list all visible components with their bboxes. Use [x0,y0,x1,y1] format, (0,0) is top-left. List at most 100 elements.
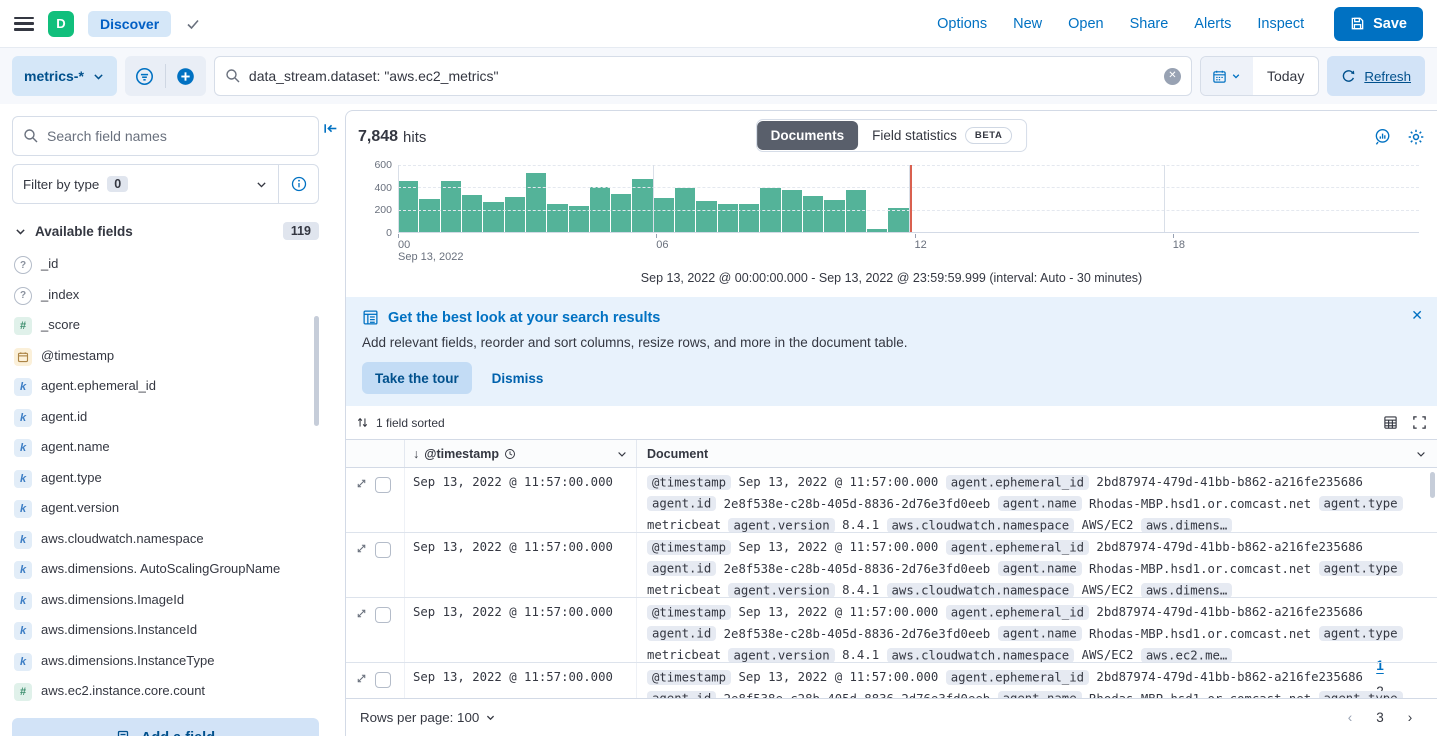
add-filter-button[interactable] [166,56,206,96]
add-field-icon [116,730,132,736]
row-checkbox[interactable] [375,672,391,688]
document-column-header[interactable]: Document [636,440,1437,467]
y-axis-label: 0 [362,227,392,239]
field-chip: aws.cloudwatch.namespace [887,518,1075,533]
sort-fields-icon[interactable] [356,416,369,429]
collapse-sidebar-icon[interactable] [322,120,339,137]
sidebar-scrollbar[interactable] [314,316,319,426]
field-item[interactable]: kagent.name [12,433,319,464]
field-item[interactable]: kagent.id [12,403,319,434]
query-input[interactable] [249,68,1156,84]
field-name: aws.dimensions.ImageId [41,592,184,608]
calendar-button[interactable] [1201,57,1253,95]
saved-query-menu-button[interactable] [125,56,165,96]
nav-alerts[interactable]: Alerts [1194,16,1231,32]
fullscreen-icon[interactable] [1412,415,1427,430]
take-tour-button[interactable]: Take the tour [362,362,472,394]
histogram-bar [398,181,418,232]
field-item[interactable]: #aws.ec2.instance.core.count [12,677,319,708]
histogram-bar [739,204,759,232]
date-picker: Today [1200,56,1319,96]
top-header: D Discover Options New Open Share Alerts… [0,0,1437,48]
field-chip: agent.name [998,561,1082,576]
y-axis-label: 200 [362,204,392,216]
field-filter-info-icon[interactable] [278,165,318,203]
table-row: Sep 13, 2022 @ 11:57:00.000@timestamp Se… [346,663,1437,698]
save-button[interactable]: Save [1334,7,1423,41]
close-icon[interactable]: ✕ [1411,307,1423,324]
field-item[interactable]: ?_id [12,250,319,281]
tab-documents[interactable]: Documents [757,121,859,150]
field-item[interactable]: kaws.dimensions.ImageId [12,586,319,617]
field-name: _id [41,256,58,272]
page-number-4[interactable]: 4 [1367,731,1393,736]
nav-options[interactable]: Options [937,16,987,32]
data-view-picker[interactable]: metrics-* [12,56,117,96]
row-checkbox[interactable] [375,607,391,623]
document-cell: @timestamp Sep 13, 2022 @ 11:57:00.000 a… [636,663,1437,698]
date-quick-select[interactable]: Today [1253,68,1318,84]
field-item[interactable]: kagent.type [12,464,319,495]
field-item[interactable]: kaws.dimensions.InstanceId [12,616,319,647]
timestamp-cell: Sep 13, 2022 @ 11:57:00.000 [404,533,636,597]
field-chip: agent.ephemeral_id [946,605,1089,620]
number-field-icon: # [14,317,32,335]
current-time-marker [910,165,912,232]
field-search-input[interactable] [47,128,308,144]
space-avatar[interactable]: D [48,11,74,37]
x-axis-label: 06 [656,234,668,251]
row-checkbox[interactable] [375,542,391,558]
expand-row-icon[interactable] [355,477,368,490]
histogram-bar [867,229,887,232]
field-chip: agent.ephemeral_id [946,475,1089,490]
field-item[interactable]: kaws.dimensions. AutoScalingGroupName [12,555,319,586]
fields-sorted-label[interactable]: 1 field sorted [376,416,445,430]
breadcrumb[interactable]: Discover [88,11,171,37]
previous-page-icon[interactable]: ‹ [1337,705,1363,731]
rows-per-page-button[interactable]: Rows per page: 100 [360,710,496,725]
refresh-button[interactable]: Refresh [1327,56,1425,96]
expand-row-icon[interactable] [355,607,368,620]
chart-options-icon[interactable] [1373,128,1391,146]
page-number-3[interactable]: 3 [1367,705,1393,731]
filter-by-type-button[interactable]: Filter by type 0 [13,176,278,192]
expand-row-icon[interactable] [355,672,368,685]
menu-icon[interactable] [14,17,34,31]
row-checkbox[interactable] [375,477,391,493]
field-item[interactable]: kaws.dimensions.InstanceType [12,647,319,678]
field-item[interactable]: # _score [12,311,319,342]
nav-new[interactable]: New [1013,16,1042,32]
timestamp-cell: Sep 13, 2022 @ 11:57:00.000 [404,598,636,662]
clear-query-icon[interactable]: ✕ [1164,68,1181,85]
nav-open[interactable]: Open [1068,16,1103,32]
filter-by-type: Filter by type 0 [12,164,319,204]
nav-inspect[interactable]: Inspect [1257,16,1304,32]
field-name: aws.dimensions.InstanceType [41,653,214,669]
keyword-field-icon: k [14,622,32,640]
dismiss-button[interactable]: Dismiss [492,371,544,386]
histogram-chart[interactable]: 0200400600 00Sep 13, 2022061218 [358,161,1423,263]
next-page-icon[interactable]: › [1397,705,1423,731]
expand-row-icon[interactable] [355,542,368,555]
field-item[interactable]: kagent.ephemeral_id [12,372,319,403]
field-item[interactable]: @timestamp [12,342,319,373]
available-fields-header[interactable]: Available fields 119 [12,218,319,250]
tab-field-statistics[interactable]: Field statistics BETA [858,120,1026,151]
gear-icon[interactable] [1407,128,1425,146]
add-field-button[interactable]: Add a field [12,718,319,736]
field-item[interactable]: kaws.cloudwatch.namespace [12,525,319,556]
field-name: _score [41,317,80,333]
timestamp-cell: Sep 13, 2022 @ 11:57:00.000 [404,663,636,698]
field-chip: agent.type [1319,496,1403,511]
field-chip: aws.cloudwatch.namespace [887,648,1075,663]
timestamp-column-header[interactable]: ↓ @timestamp [404,440,636,467]
rows-per-page-label: Rows per page: 100 [360,710,479,725]
field-item[interactable]: ?_index [12,281,319,312]
grid-scrollbar[interactable] [1430,472,1435,498]
nav-share[interactable]: Share [1130,16,1169,32]
display-options-icon[interactable] [1383,415,1398,430]
field-chip: agent.version [728,648,834,663]
plus-circle-icon [176,67,195,86]
field-item[interactable]: kagent.version [12,494,319,525]
chevron-down-icon [255,178,268,191]
